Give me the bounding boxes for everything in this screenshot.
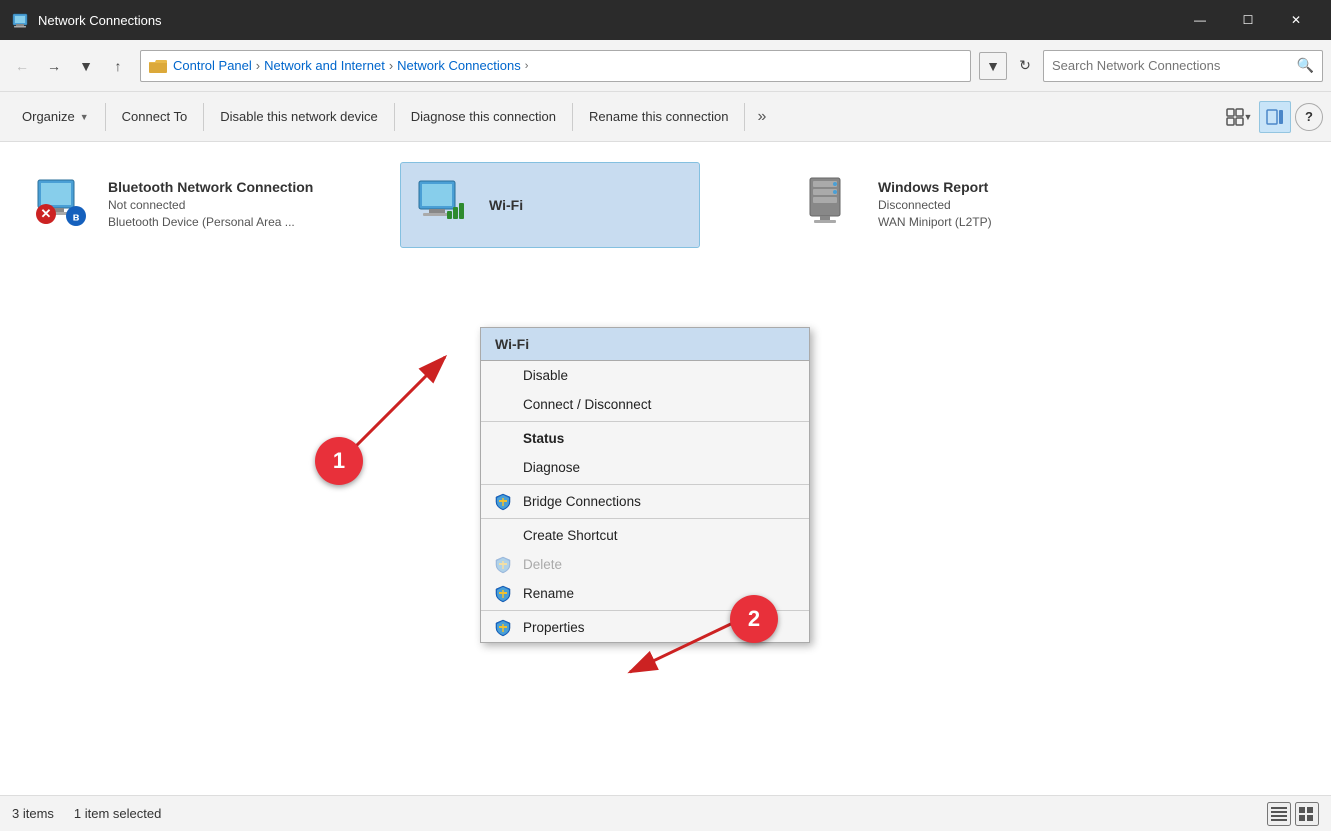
context-delete: Delete bbox=[481, 550, 809, 579]
annotation-1: 1 bbox=[315, 437, 363, 485]
organize-button[interactable]: Organize ▼ bbox=[8, 97, 103, 137]
toolbar-separator-5 bbox=[744, 103, 745, 131]
bluetooth-name: Bluetooth Network Connection bbox=[108, 179, 313, 195]
toolbar-right: ▼ ? bbox=[1223, 101, 1323, 133]
context-bridge[interactable]: Bridge Connections bbox=[481, 487, 809, 516]
breadcrumb-sep-2: › bbox=[389, 58, 393, 73]
grid-view-icon bbox=[1298, 806, 1316, 822]
search-box: 🔍 bbox=[1043, 50, 1323, 82]
window-controls: — ☐ ✕ bbox=[1177, 4, 1319, 36]
window-icon bbox=[12, 11, 30, 29]
bluetooth-computer-icon: ✕ ʙ bbox=[32, 172, 88, 228]
diagnose-button[interactable]: Diagnose this connection bbox=[397, 97, 570, 137]
rename-label: Rename this connection bbox=[589, 109, 728, 124]
rename-shield-icon bbox=[495, 585, 511, 603]
breadcrumb: Control Panel › Network and Internet › N… bbox=[140, 50, 971, 82]
context-status[interactable]: Status bbox=[481, 424, 809, 453]
change-view-button[interactable]: ▼ bbox=[1223, 101, 1255, 133]
network-item-wan[interactable]: Windows Report Disconnected WAN Miniport… bbox=[790, 162, 1170, 246]
more-button[interactable]: » bbox=[747, 97, 776, 137]
wan-info: Windows Report Disconnected WAN Miniport… bbox=[878, 179, 992, 229]
context-sep-3 bbox=[481, 518, 809, 519]
network-item-wifi[interactable]: Wi-Fi bbox=[400, 162, 700, 248]
wifi-computer-icon bbox=[413, 173, 469, 229]
recent-button[interactable]: ▼ bbox=[72, 52, 100, 80]
toolbar: Organize ▼ Connect To Disable this netwo… bbox=[0, 92, 1331, 142]
wan-name: Windows Report bbox=[878, 179, 992, 195]
items-count: 3 items bbox=[12, 806, 54, 821]
view-icon bbox=[1226, 108, 1244, 126]
toolbar-separator-2 bbox=[203, 103, 204, 131]
wan-icon-container bbox=[802, 172, 866, 236]
preview-pane-button[interactable] bbox=[1259, 101, 1291, 133]
wifi-name: Wi-Fi bbox=[489, 197, 523, 213]
pane-icon bbox=[1266, 109, 1284, 125]
organize-label: Organize bbox=[22, 109, 75, 124]
list-view-icon bbox=[1270, 806, 1288, 822]
back-button[interactable]: ← bbox=[8, 52, 36, 80]
maximize-button[interactable]: ☐ bbox=[1225, 4, 1271, 36]
bluetooth-status: Not connected bbox=[108, 198, 313, 212]
main-content: ✕ ʙ Bluetooth Network Connection Not con… bbox=[0, 142, 1331, 795]
rename-button[interactable]: Rename this connection bbox=[575, 97, 742, 137]
breadcrumb-network-connections[interactable]: Network Connections bbox=[397, 58, 521, 73]
annotation-2: 2 bbox=[730, 595, 778, 643]
toolbar-separator-1 bbox=[105, 103, 106, 131]
status-view-controls bbox=[1267, 802, 1319, 826]
address-bar: ← → ▼ ↑ Control Panel › Network and Inte… bbox=[0, 40, 1331, 92]
context-diagnose[interactable]: Diagnose bbox=[481, 453, 809, 482]
breadcrumb-end-arrow: › bbox=[525, 60, 529, 72]
properties-shield-icon bbox=[495, 619, 511, 637]
wan-computer-icon bbox=[802, 172, 858, 228]
toolbar-separator-3 bbox=[394, 103, 395, 131]
close-button[interactable]: ✕ bbox=[1273, 4, 1319, 36]
context-disable[interactable]: Disable bbox=[481, 361, 809, 390]
breadcrumb-control-panel[interactable]: Control Panel bbox=[173, 58, 252, 73]
wan-type: WAN Miniport (L2TP) bbox=[878, 215, 992, 229]
wifi-info: Wi-Fi bbox=[489, 197, 523, 213]
search-icon: 🔍 bbox=[1297, 57, 1314, 74]
bridge-shield-icon bbox=[495, 493, 511, 511]
status-list-view-button[interactable] bbox=[1267, 802, 1291, 826]
address-dropdown-button[interactable]: ▼ bbox=[979, 52, 1007, 80]
context-create-shortcut[interactable]: Create Shortcut bbox=[481, 521, 809, 550]
svg-text:ʙ: ʙ bbox=[73, 212, 80, 224]
toolbar-separator-4 bbox=[572, 103, 573, 131]
disable-label: Disable this network device bbox=[220, 109, 378, 124]
window-title: Network Connections bbox=[38, 13, 1177, 28]
bluetooth-info: Bluetooth Network Connection Not connect… bbox=[108, 179, 313, 229]
folder-icon bbox=[149, 58, 167, 74]
network-item-bluetooth[interactable]: ✕ ʙ Bluetooth Network Connection Not con… bbox=[20, 162, 400, 246]
bluetooth-icon-container: ✕ ʙ bbox=[32, 172, 96, 236]
more-label: » bbox=[757, 108, 766, 126]
selected-count: 1 item selected bbox=[74, 806, 161, 821]
refresh-button[interactable]: ↻ bbox=[1011, 52, 1039, 80]
forward-button[interactable]: → bbox=[40, 52, 68, 80]
up-button[interactable]: ↑ bbox=[104, 52, 132, 80]
breadcrumb-network-internet[interactable]: Network and Internet bbox=[264, 58, 385, 73]
context-connect-disconnect[interactable]: Connect / Disconnect bbox=[481, 390, 809, 419]
status-bar: 3 items 1 item selected bbox=[0, 795, 1331, 831]
title-bar: Network Connections — ☐ ✕ bbox=[0, 0, 1331, 40]
delete-shield-icon bbox=[495, 556, 511, 574]
diagnose-label: Diagnose this connection bbox=[411, 109, 556, 124]
help-button[interactable]: ? bbox=[1295, 103, 1323, 131]
svg-text:✕: ✕ bbox=[41, 206, 52, 221]
status-grid-view-button[interactable] bbox=[1295, 802, 1319, 826]
wifi-icon-container bbox=[413, 173, 477, 237]
minimize-button[interactable]: — bbox=[1177, 4, 1223, 36]
view-dropdown-icon: ▼ bbox=[1244, 112, 1253, 122]
context-sep-1 bbox=[481, 421, 809, 422]
wan-status: Disconnected bbox=[878, 198, 992, 212]
bluetooth-type: Bluetooth Device (Personal Area ... bbox=[108, 215, 313, 229]
context-menu-title: Wi-Fi bbox=[481, 328, 809, 361]
breadcrumb-sep-1: › bbox=[256, 58, 260, 73]
connect-to-label: Connect To bbox=[122, 109, 188, 124]
context-sep-2 bbox=[481, 484, 809, 485]
search-input[interactable] bbox=[1052, 58, 1297, 73]
organize-chevron-icon: ▼ bbox=[80, 112, 89, 122]
connect-to-button[interactable]: Connect To bbox=[108, 97, 202, 137]
disable-button[interactable]: Disable this network device bbox=[206, 97, 392, 137]
